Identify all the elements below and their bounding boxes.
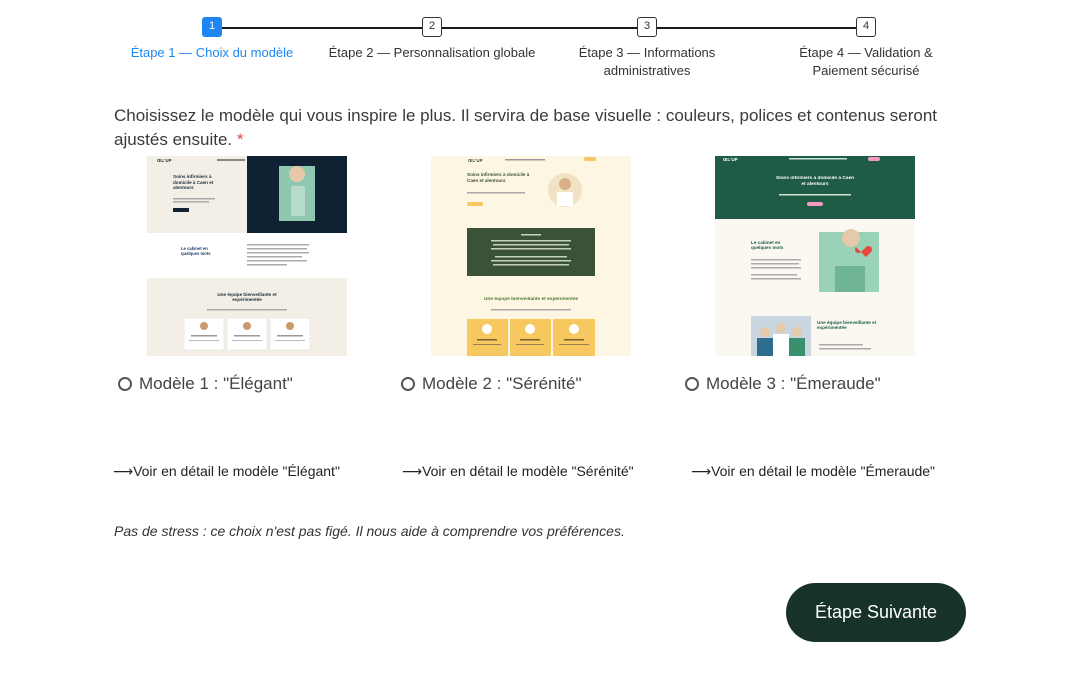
model-1-preview[interactable]: ŒL'UP Soins infirmiers à domicile à Caen… bbox=[147, 156, 347, 356]
reassurance-note: Pas de stress : ce choix n'est pas figé.… bbox=[114, 523, 625, 539]
model-3-section-title: Le cabinet en quelques mots bbox=[751, 240, 784, 251]
progress-stepper: 1 2 3 4 Étape 1 — Choix du modèle Étape … bbox=[0, 0, 1080, 90]
model-3-logo: ŒL'UP bbox=[723, 157, 738, 162]
step-1-label: Étape 1 — Choix du modèle bbox=[130, 45, 294, 60]
model-2-preview[interactable]: ŒL'UP Soins infirmiers à domicile à Caen… bbox=[431, 156, 631, 356]
model-3-team-title: Une équipe bienveillante et expérimentée bbox=[817, 320, 877, 331]
model-3-option[interactable]: Modèle 3 : "Émeraude" bbox=[685, 374, 881, 394]
model-2-label: Modèle 2 : "Sérénité" bbox=[422, 374, 582, 393]
step-3-label: Étape 3 — Informations administratives bbox=[578, 45, 716, 78]
model-3-label: Modèle 3 : "Émeraude" bbox=[706, 374, 881, 393]
model-2-hero-title: Soins infirmiers à domicile à Caen et al… bbox=[467, 172, 530, 183]
model-2-radio[interactable] bbox=[401, 377, 415, 391]
step-4-label: Étape 4 — Validation & Paiement sécurisé bbox=[799, 45, 933, 78]
model-2-option[interactable]: Modèle 2 : "Sérénité" bbox=[401, 374, 582, 394]
model-1-hero-title: Soins infirmiers à domicile à Caen et al… bbox=[173, 174, 214, 190]
model-3-preview[interactable]: ŒL'UP Soins infirmiers à domicile à Caen… bbox=[715, 156, 915, 356]
stepper-track bbox=[222, 27, 866, 29]
model-1-section-title: Le cabinet en quelques mots bbox=[181, 246, 211, 256]
model-3-radio[interactable] bbox=[685, 377, 699, 391]
model-1-option[interactable]: Modèle 1 : "Élégant" bbox=[118, 374, 293, 394]
model-3-hero-title: Soins infirmiers à domicile à Caen et al… bbox=[775, 176, 855, 187]
model-2-team-title: Une équipe bienveillante et expérimentée bbox=[483, 297, 579, 302]
step-2-label: Étape 2 — Personnalisation globale bbox=[328, 45, 536, 60]
model-3-detail-link[interactable]: ⟶Voir en détail le modèle "Émeraude" bbox=[691, 463, 935, 480]
step-1-marker[interactable]: 1 bbox=[202, 17, 222, 37]
required-mark: * bbox=[236, 130, 244, 149]
step-2-marker[interactable]: 2 bbox=[422, 17, 442, 37]
model-1-team-title: Une équipe bienveillante et expérimentée bbox=[217, 292, 277, 303]
model-1-label: Modèle 1 : "Élégant" bbox=[139, 374, 293, 393]
step-3-marker[interactable]: 3 bbox=[637, 17, 657, 37]
next-step-button[interactable]: Étape Suivante bbox=[786, 583, 966, 642]
step-4-marker[interactable]: 4 bbox=[856, 17, 876, 37]
model-1-logo: ŒL'UP bbox=[157, 158, 172, 163]
model-2-logo: ŒL'UP bbox=[468, 158, 483, 163]
model-1-detail-link[interactable]: ⟶Voir en détail le modèle "Élégant" bbox=[113, 463, 340, 480]
model-1-radio[interactable] bbox=[118, 377, 132, 391]
model-2-detail-link[interactable]: ⟶Voir en détail le modèle "Sérénité" bbox=[402, 463, 634, 480]
model-question: Choisissez le modèle qui vous inspire le… bbox=[114, 104, 984, 152]
